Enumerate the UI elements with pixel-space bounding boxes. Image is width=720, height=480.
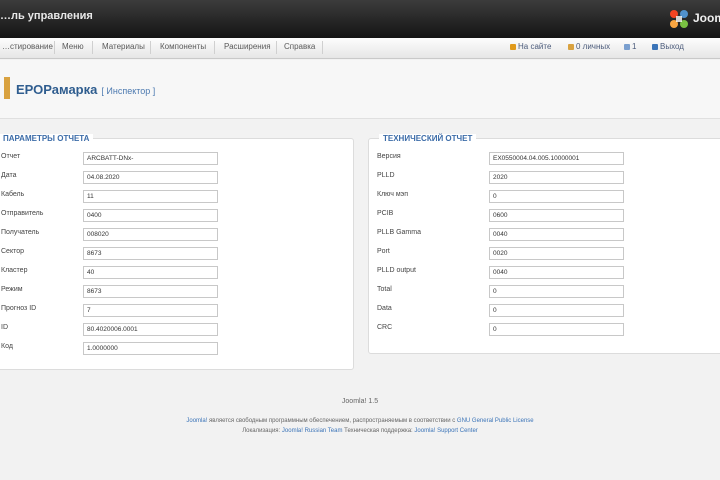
field-value[interactable]: 0040 [489,266,624,279]
menu-item-menus[interactable]: Меню [62,42,84,51]
panel-legend: ТЕХНИЧЕСКИЙ ОТЧЕТ [379,134,477,143]
field-row: CRC 0 [377,323,717,336]
user-icon [624,43,630,50]
envelope-icon [568,43,574,50]
status-users[interactable]: 1 [624,42,636,51]
main-menu: …стирование Меню Материалы Компоненты Ра… [0,38,720,59]
status-online[interactable]: На сайте [510,42,551,51]
field-value[interactable]: 0 [489,323,624,336]
field-row: Дата 04.08.2020 [1,171,341,184]
field-row: Версия ЕХ0550004.04.005.10000001 [377,152,717,165]
technical-report-panel: ТЕХНИЧЕСКИЙ ОТЧЕТ Версия ЕХ0550004.04.005… [368,134,720,354]
field-value[interactable]: 8673 [83,285,218,298]
field-value[interactable]: 8673 [83,247,218,260]
field-row: Кластер 40 [1,266,341,279]
footer-version: Joomla! 1.5 [341,398,379,405]
page-subtitle: [ Инспектор ] [101,86,156,96]
logout-icon [652,43,658,50]
brand-name: Joom… [693,11,720,25]
field-value[interactable]: 40 [83,266,218,279]
field-row: Отправитель 0400 [1,209,341,222]
field-value[interactable]: 008020 [83,228,218,241]
field-value[interactable]: ЕХ0550004.04.005.10000001 [489,152,624,165]
field-row: PLLD 2020 [377,171,717,184]
field-value[interactable]: 2020 [489,171,624,184]
field-row: PCIB 0600 [377,209,717,222]
report-parameters-panel: ПАРАМЕТРЫ ОТЧЕТА Отчет ARCBATT-DNx- Дата 0… [0,134,354,370]
field-row: PLLD output 0040 [377,266,717,279]
field-value[interactable]: 1.0000000 [83,342,218,355]
field-value[interactable]: 0 [489,304,624,317]
field-value[interactable]: 11 [83,190,218,203]
localization-link[interactable]: Joomla! Russian Team [282,428,343,434]
menu-item-help[interactable]: Справка [284,42,315,51]
page-title: ЕРОРамарка[ Инспектор ] [16,82,156,97]
field-row: PLLB Gamma 0040 [377,228,717,241]
field-row: Ключ мэп 0 [377,190,717,203]
field-value[interactable]: 0400 [83,209,218,222]
field-row: Получатель 008020 [1,228,341,241]
joomla-link[interactable]: Joomla! [186,418,207,424]
license-link[interactable]: GNU General Public License [457,418,534,424]
footer-license: Joomla! является свободным программным о… [186,418,534,424]
field-value[interactable]: ARCBATT-DNx- [83,152,218,165]
menu-item-site[interactable]: …стирование [2,42,53,51]
admin-header: …ль управления Joom… [0,0,720,38]
field-row: Прогноз ID 7 [1,304,341,317]
component-icon [4,77,10,99]
eye-icon [510,43,516,50]
page-toolbar: ЕРОРамарка[ Инспектор ] [0,60,720,119]
logout-link[interactable]: Выход [652,42,684,51]
field-row: Total 0 [377,285,717,298]
field-row: Сектор 8673 [1,247,341,260]
field-value[interactable]: 80.4020006.0001 [83,323,218,336]
field-value[interactable]: 0 [489,190,624,203]
footer-credits: Локализация: Joomla! Russian Team Технич… [242,428,478,434]
panel-legend: ПАРАМЕТРЫ ОТЧЕТА [0,134,94,143]
admin-title: …ль управления [0,10,93,22]
field-value[interactable]: 04.08.2020 [83,171,218,184]
menu-item-extensions[interactable]: Расширения [224,42,271,51]
field-value[interactable]: 7 [83,304,218,317]
field-row: Режим 8673 [1,285,341,298]
support-link[interactable]: Joomla! Support Center [414,428,477,434]
field-value[interactable]: 0020 [489,247,624,260]
field-row: Data 0 [377,304,717,317]
menu-item-content[interactable]: Материалы [102,42,145,51]
field-row: Отчет ARCBATT-DNx- [1,152,341,165]
field-row: Port 0020 [377,247,717,260]
field-value[interactable]: 0600 [489,209,624,222]
status-messages[interactable]: 0 личных [568,42,610,51]
menu-item-components[interactable]: Компоненты [160,42,206,51]
joomla-logo-icon [670,10,688,28]
field-value[interactable]: 0 [489,285,624,298]
field-value[interactable]: 0040 [489,228,624,241]
field-row: ID 80.4020006.0001 [1,323,341,336]
field-row: Кабель 11 [1,190,341,203]
field-row: Код 1.0000000 [1,342,341,355]
